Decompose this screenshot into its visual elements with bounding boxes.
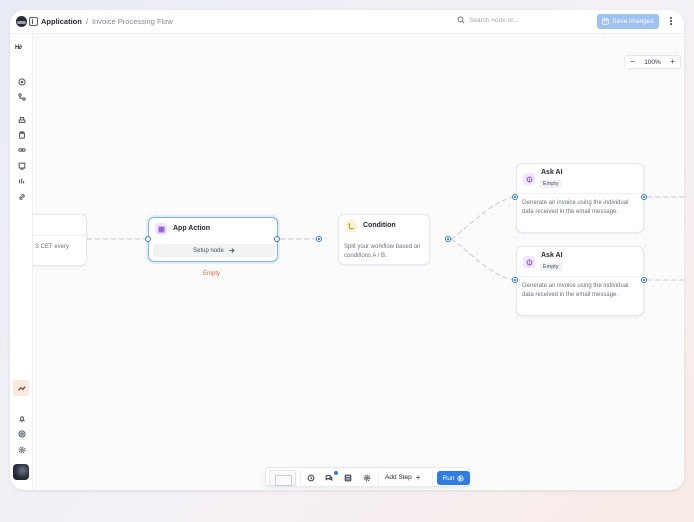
condition-node[interactable]: Condition Split your workflow based on c… [338, 214, 430, 265]
ask-ai-icon-1 [523, 173, 535, 185]
add-step-label: Add Step [385, 474, 412, 481]
app-action-output-port[interactable] [274, 236, 280, 242]
arrow-right-icon [228, 248, 235, 253]
settings-gear-icon[interactable] [16, 444, 27, 455]
run-label: Run [442, 474, 455, 482]
setup-node-button[interactable]: Setup node [153, 244, 275, 257]
ask-ai-title-1: Ask AI [541, 169, 563, 176]
app-action-title: App Action [173, 225, 211, 232]
ask-ai-1-output-port[interactable] [641, 194, 647, 200]
connections-icon[interactable] [16, 191, 27, 202]
comments-notification-dot [334, 471, 338, 475]
run-button[interactable]: Run [437, 471, 470, 485]
app-action-icon [155, 223, 167, 235]
breadcrumb: Application / Invoice Processing Flow [41, 17, 173, 26]
clipboard-icon[interactable] [16, 129, 27, 140]
trending-icon[interactable] [13, 380, 29, 396]
help-icon[interactable] [16, 428, 27, 439]
bottom-toolbar: Add Step + Run [265, 467, 470, 487]
play-icon [457, 474, 465, 482]
workspace-logo-icon[interactable] [16, 16, 27, 27]
zoom-out-button[interactable]: − [630, 58, 635, 66]
ask-ai-title-2: Ask AI [541, 252, 563, 259]
breadcrumb-application[interactable]: Application [41, 17, 82, 26]
zoom-level: 100% [644, 58, 661, 66]
left-rail: H∂ [10, 34, 33, 490]
app-action-node[interactable]: App Action Setup node [148, 217, 278, 262]
top-header: Application / Invoice Processing Flow Se… [10, 10, 684, 34]
condition-description: Split your workflow based on conditions … [344, 244, 421, 259]
workflow-canvas[interactable]: − 100% + S CET every App Action Setup no… [33, 34, 684, 490]
app-action-input-port[interactable] [145, 236, 151, 242]
breadcrumb-separator: / [85, 17, 88, 26]
link-icon[interactable] [16, 144, 27, 155]
brand-logo: H∂ [15, 45, 22, 51]
app-window: Application / Invoice Processing Flow Se… [10, 10, 684, 490]
add-step-button[interactable]: Add Step + [385, 473, 420, 482]
ask-ai-badge-1: Empty [540, 180, 562, 188]
trigger-node-description: S CET every [35, 244, 69, 250]
condition-branch-icon [345, 220, 357, 232]
breadcrumb-flow-name: Invoice Processing Flow [91, 17, 173, 26]
save-changes-button[interactable]: Save changes [597, 14, 659, 29]
integrations-icon[interactable] [16, 114, 27, 125]
save-changes-label: Save changes [612, 18, 654, 25]
setup-node-label: Setup node [193, 247, 224, 254]
trigger-node[interactable]: S CET every [33, 214, 87, 266]
ask-ai-badge-2: Empty [540, 263, 562, 271]
ask-ai-description-2: Generate an invoice using the individual… [522, 283, 629, 298]
ask-ai-node-2[interactable]: Ask AI Empty Generate an invoice using t… [516, 246, 644, 316]
ask-ai-2-input-port[interactable] [512, 277, 518, 283]
user-avatar[interactable] [13, 464, 29, 480]
condition-input-port[interactable] [316, 236, 322, 242]
zoom-in-button[interactable]: + [670, 58, 675, 66]
sidebar-toggle-icon[interactable] [29, 17, 38, 26]
condition-output-port[interactable] [445, 236, 451, 242]
plus-icon: + [415, 473, 421, 482]
ask-ai-1-input-port[interactable] [512, 194, 518, 200]
ask-ai-2-output-port[interactable] [641, 277, 647, 283]
bell-icon[interactable] [16, 413, 27, 424]
toolbar-settings-icon[interactable] [362, 473, 372, 483]
ask-ai-description-1: Generate an invoice using the individual… [522, 200, 629, 215]
minimap-thumbnail[interactable] [269, 470, 296, 486]
logs-icon[interactable] [16, 160, 27, 171]
analytics-icon[interactable] [16, 175, 27, 186]
comments-icon[interactable] [324, 473, 334, 483]
dashboard-icon[interactable] [16, 76, 27, 87]
database-icon[interactable] [343, 473, 353, 483]
condition-title: Condition [363, 222, 396, 229]
history-icon[interactable] [306, 473, 316, 483]
search-input[interactable]: Search node or... [457, 16, 519, 24]
more-options-icon[interactable] [668, 17, 674, 27]
search-icon [457, 16, 465, 24]
ask-ai-icon-2 [523, 256, 535, 268]
ask-ai-node-1[interactable]: Ask AI Empty Generate an invoice using t… [516, 163, 644, 233]
workflow-icon[interactable] [16, 91, 27, 102]
zoom-control: − 100% + [624, 55, 681, 69]
app-action-status: Empty [203, 271, 221, 277]
search-placeholder: Search node or... [469, 16, 519, 24]
save-icon [602, 18, 610, 25]
